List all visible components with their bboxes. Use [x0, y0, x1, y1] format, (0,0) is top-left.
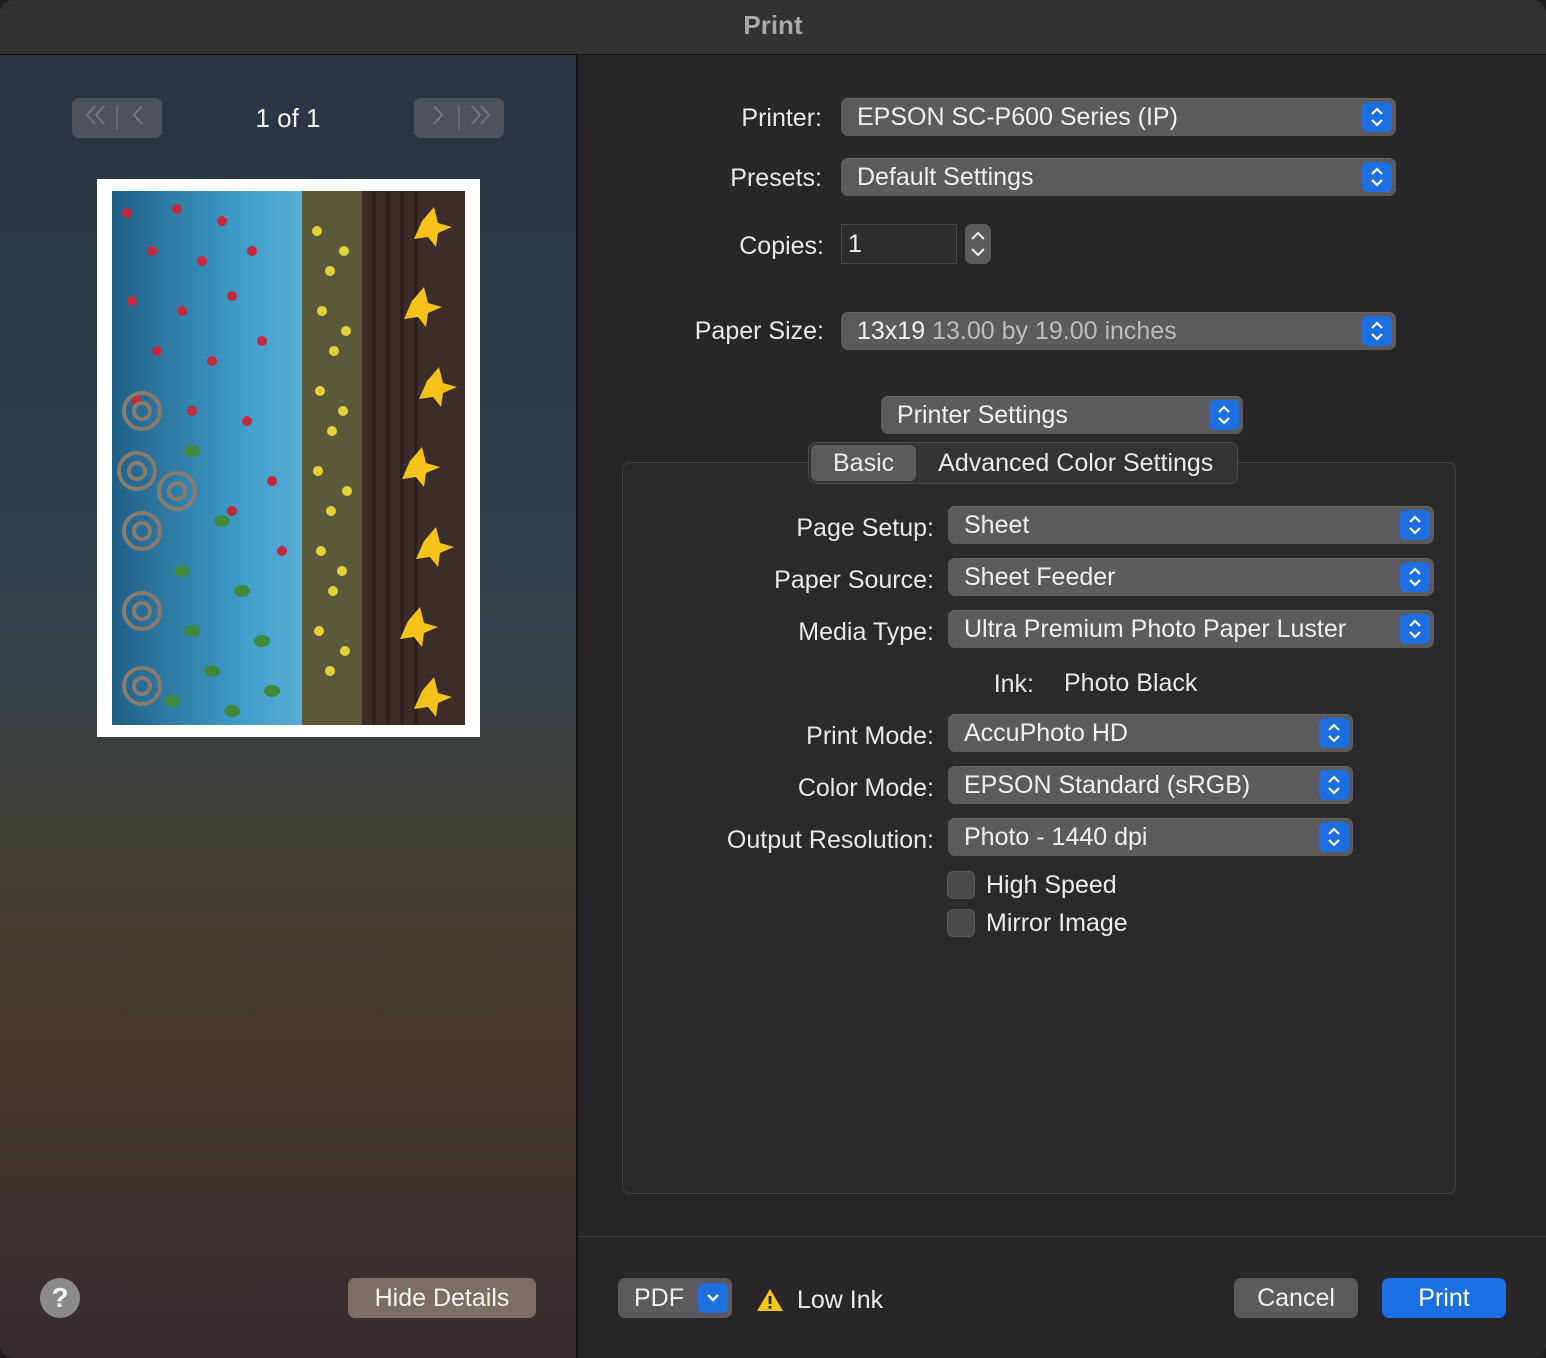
print-mode-popup[interactable]: AccuPhoto HD [948, 714, 1353, 752]
chevron-left-icon[interactable] [118, 103, 158, 134]
page-setup-value: Sheet [964, 511, 1030, 539]
updown-chevron-icon [1362, 162, 1392, 192]
paper-source-popup[interactable]: Sheet Feeder [948, 558, 1434, 596]
paper-size-value: 13x19 [857, 317, 926, 345]
updown-chevron-icon [1400, 510, 1430, 540]
updown-chevron-icon [1400, 562, 1430, 592]
updown-chevron-icon [1362, 102, 1392, 132]
presets-value: Default Settings [857, 163, 1034, 191]
high-speed-checkbox[interactable] [947, 871, 975, 899]
print-button[interactable]: Print [1382, 1278, 1506, 1318]
settings-pane: Printer: EPSON SC-P600 Series (IP) Prese… [578, 55, 1546, 1358]
double-chevron-left-icon[interactable] [76, 103, 116, 134]
media-type-popup[interactable]: Ultra Premium Photo Paper Luster [948, 610, 1434, 648]
section-popup-value: Printer Settings [897, 401, 1068, 429]
print-dialog: Print 1 of 1 ? Hide Details Printer: EPS… [0, 0, 1546, 1358]
settings-tabs: Basic Advanced Color Settings [808, 442, 1239, 484]
output-resolution-label: Output Resolution: [726, 826, 934, 854]
preview-back-nav [72, 98, 162, 138]
output-resolution-value: Photo - 1440 dpi [964, 823, 1148, 851]
media-type-value: Ultra Premium Photo Paper Luster [964, 615, 1347, 643]
page-setup-label: Page Setup: [796, 514, 934, 542]
updown-chevron-icon [1319, 770, 1349, 800]
paper-source-value: Sheet Feeder [964, 563, 1116, 591]
tab-basic[interactable]: Basic [811, 445, 917, 481]
paper-size-detail: 13.00 by 19.00 inches [932, 317, 1177, 345]
hide-details-button[interactable]: Hide Details [348, 1278, 536, 1318]
media-type-label: Media Type: [798, 618, 934, 646]
paper-source-label: Paper Source: [774, 566, 934, 594]
presets-popup[interactable]: Default Settings [841, 158, 1396, 196]
double-chevron-right-icon[interactable] [460, 103, 500, 134]
printer-popup[interactable]: EPSON SC-P600 Series (IP) [841, 98, 1396, 136]
preview-forward-nav [414, 98, 504, 138]
printer-label: Printer: [741, 104, 822, 132]
warning-triangle-icon [756, 1287, 784, 1318]
paper-size-label: Paper Size: [694, 317, 824, 345]
paper-size-popup[interactable]: 13x19 13.00 by 19.00 inches [841, 312, 1396, 350]
preview-photo [112, 191, 465, 725]
color-mode-label: Color Mode: [797, 774, 934, 802]
footer-divider [578, 1236, 1546, 1237]
low-ink-warning: Low Ink [797, 1286, 884, 1314]
updown-chevron-icon [1209, 400, 1239, 430]
color-mode-popup[interactable]: EPSON Standard (sRGB) [948, 766, 1353, 804]
printer-value: EPSON SC-P600 Series (IP) [857, 103, 1178, 131]
pdf-label: PDF [634, 1284, 684, 1312]
updown-chevron-icon [1319, 822, 1349, 852]
copies-field[interactable]: 1 [841, 224, 957, 264]
help-button[interactable]: ? [40, 1278, 80, 1318]
mirror-image-label: Mirror Image [986, 909, 1128, 937]
ink-label: Ink: [993, 670, 1034, 698]
high-speed-label: High Speed [986, 871, 1117, 899]
color-mode-value: EPSON Standard (sRGB) [964, 771, 1251, 799]
page-indicator: 1 of 1 [255, 103, 321, 133]
presets-label: Presets: [730, 164, 822, 192]
page-preview [97, 179, 480, 737]
tab-advanced-color-settings[interactable]: Advanced Color Settings [916, 445, 1235, 481]
mirror-image-checkbox[interactable] [947, 909, 975, 937]
page-setup-popup[interactable]: Sheet [948, 506, 1434, 544]
print-mode-label: Print Mode: [806, 722, 934, 750]
chevron-down-icon [698, 1283, 728, 1313]
ink-value: Photo Black [1064, 669, 1198, 697]
updown-chevron-icon [1362, 316, 1392, 346]
cancel-button[interactable]: Cancel [1234, 1278, 1358, 1318]
copies-stepper[interactable] [965, 224, 991, 264]
section-popup[interactable]: Printer Settings [881, 396, 1243, 434]
output-resolution-popup[interactable]: Photo - 1440 dpi [948, 818, 1353, 856]
print-mode-value: AccuPhoto HD [964, 719, 1128, 747]
window-title: Print [0, 0, 1546, 55]
preview-pane: 1 of 1 ? Hide Details [0, 55, 578, 1358]
copies-label: Copies: [739, 232, 824, 260]
chevron-right-icon[interactable] [418, 103, 458, 134]
pdf-menu-button[interactable]: PDF [618, 1278, 732, 1318]
updown-chevron-icon [1400, 614, 1430, 644]
updown-chevron-icon [1319, 718, 1349, 748]
